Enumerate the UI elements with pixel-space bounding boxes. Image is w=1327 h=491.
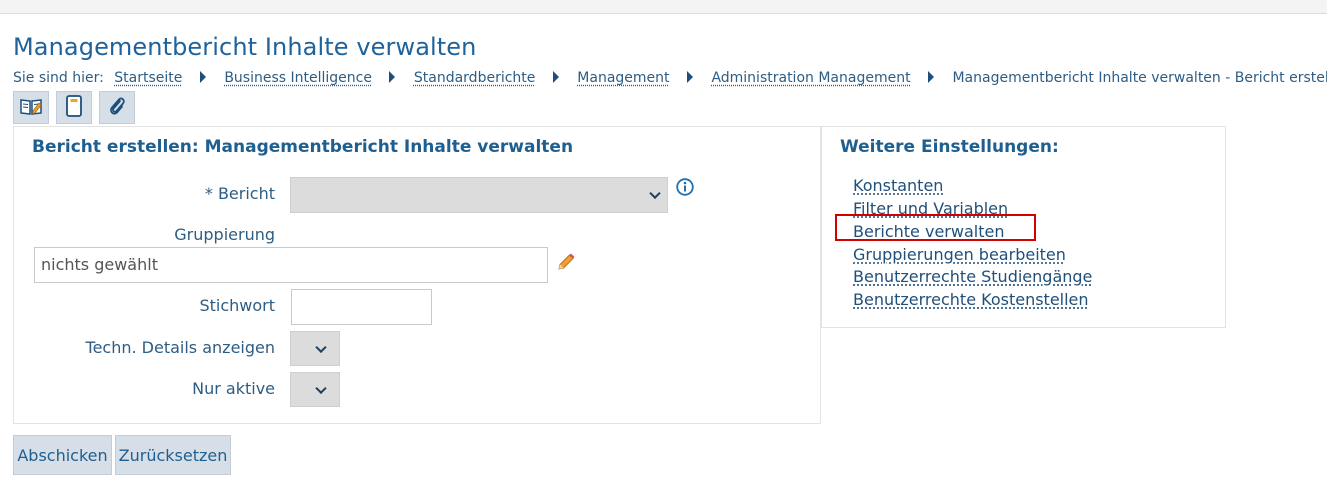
chevron-down-icon (315, 382, 327, 394)
page-title: Managementbericht Inhalte verwalten (13, 33, 477, 61)
report-form-panel: Bericht erstellen: Managementbericht Inh… (13, 126, 821, 424)
breadcrumb-link-administration-management[interactable]: Administration Management (711, 70, 910, 86)
breadcrumb-link-management[interactable]: Management (577, 70, 669, 86)
nur-aktive-select[interactable] (290, 372, 340, 407)
link-gruppierungen-bearbeiten[interactable]: Gruppierungen bearbeiten (853, 245, 1066, 264)
nur-aktive-label: Nur aktive (192, 379, 275, 398)
settings-heading: Weitere Einstellungen: (840, 137, 1059, 157)
breadcrumb-chevron-icon (199, 71, 206, 83)
breadcrumb-chevron-icon (928, 71, 935, 83)
reset-button[interactable]: Zurücksetzen (115, 435, 231, 475)
top-bar (0, 0, 1327, 14)
book-edit-icon (20, 97, 42, 119)
link-konstanten[interactable]: Konstanten (853, 176, 943, 195)
bericht-label: * Bericht (204, 184, 275, 203)
link-benutzerrechte-kostenstellen[interactable]: Benutzerrechte Kostenstellen (853, 290, 1089, 309)
notebook-icon (65, 94, 83, 121)
form-heading: Bericht erstellen: Managementbericht Inh… (32, 137, 574, 157)
chevron-down-icon (315, 341, 327, 353)
attachment-button[interactable] (99, 91, 135, 124)
book-edit-button[interactable] (13, 91, 49, 124)
techn-details-label: Techn. Details anzeigen (85, 338, 275, 357)
breadcrumb-link-business-intelligence[interactable]: Business Intelligence (224, 70, 372, 86)
pencil-edit-icon[interactable] (556, 252, 576, 276)
link-benutzerrechte-studiengaenge[interactable]: Benutzerrechte Studiengänge (853, 267, 1092, 286)
breadcrumb-chevron-icon (389, 71, 396, 83)
breadcrumb-prefix: Sie sind hier: (13, 70, 104, 86)
breadcrumb-link-startseite[interactable]: Startseite (114, 70, 182, 86)
highlight-box (835, 214, 1036, 241)
notebook-button[interactable] (56, 91, 92, 124)
chevron-down-icon (649, 187, 661, 200)
stichwort-input[interactable] (291, 289, 432, 325)
info-icon[interactable] (676, 178, 694, 200)
gruppierung-label: Gruppierung (174, 225, 275, 244)
gruppierung-field[interactable]: nichts gewählt (34, 247, 548, 283)
paperclip-icon (108, 95, 126, 121)
breadcrumb-link-standardberichte[interactable]: Standardberichte (414, 70, 536, 86)
bericht-select[interactable] (290, 177, 668, 213)
techn-details-select[interactable] (290, 331, 340, 366)
breadcrumb: Sie sind hier: Startseite Business Intel… (13, 70, 1327, 86)
breadcrumb-chevron-icon (686, 71, 693, 83)
breadcrumb-chevron-icon (552, 71, 559, 83)
submit-button[interactable]: Abschicken (13, 435, 112, 475)
stichwort-label: Stichwort (199, 296, 275, 315)
breadcrumb-current: Managementbericht Inhalte verwalten - Be… (952, 70, 1327, 86)
toolbar (13, 91, 135, 124)
